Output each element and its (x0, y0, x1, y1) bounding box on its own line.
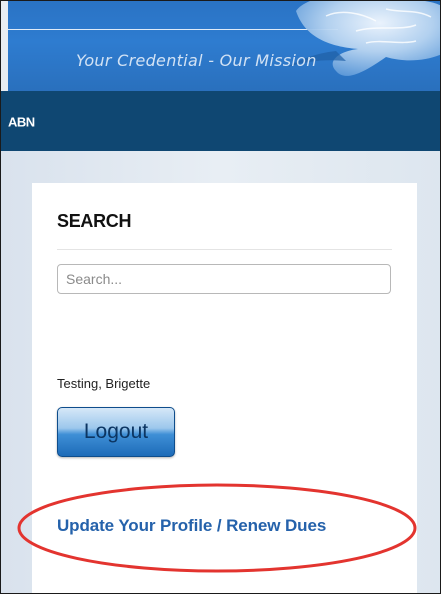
site-tagline: Your Credential - Our Mission (76, 51, 317, 70)
search-input[interactable] (57, 264, 391, 294)
sidebar-panel: SEARCH Testing, Brigette Logout Update Y… (32, 183, 417, 593)
search-heading: SEARCH (57, 211, 132, 231)
update-profile-link[interactable]: Update Your Profile / Renew Dues (57, 516, 326, 536)
page-frame: Your Credential - Our Mission ABN SEARCH… (0, 0, 441, 594)
heading-divider (57, 249, 392, 250)
logged-in-user-name: Testing, Brigette (57, 376, 151, 391)
site-header: Your Credential - Our Mission (8, 1, 440, 91)
logout-button[interactable]: Logout (57, 407, 175, 457)
nav-item-abn[interactable]: ABN (8, 115, 35, 130)
brain-icon (288, 1, 440, 76)
main-navbar: ABN (1, 91, 440, 151)
